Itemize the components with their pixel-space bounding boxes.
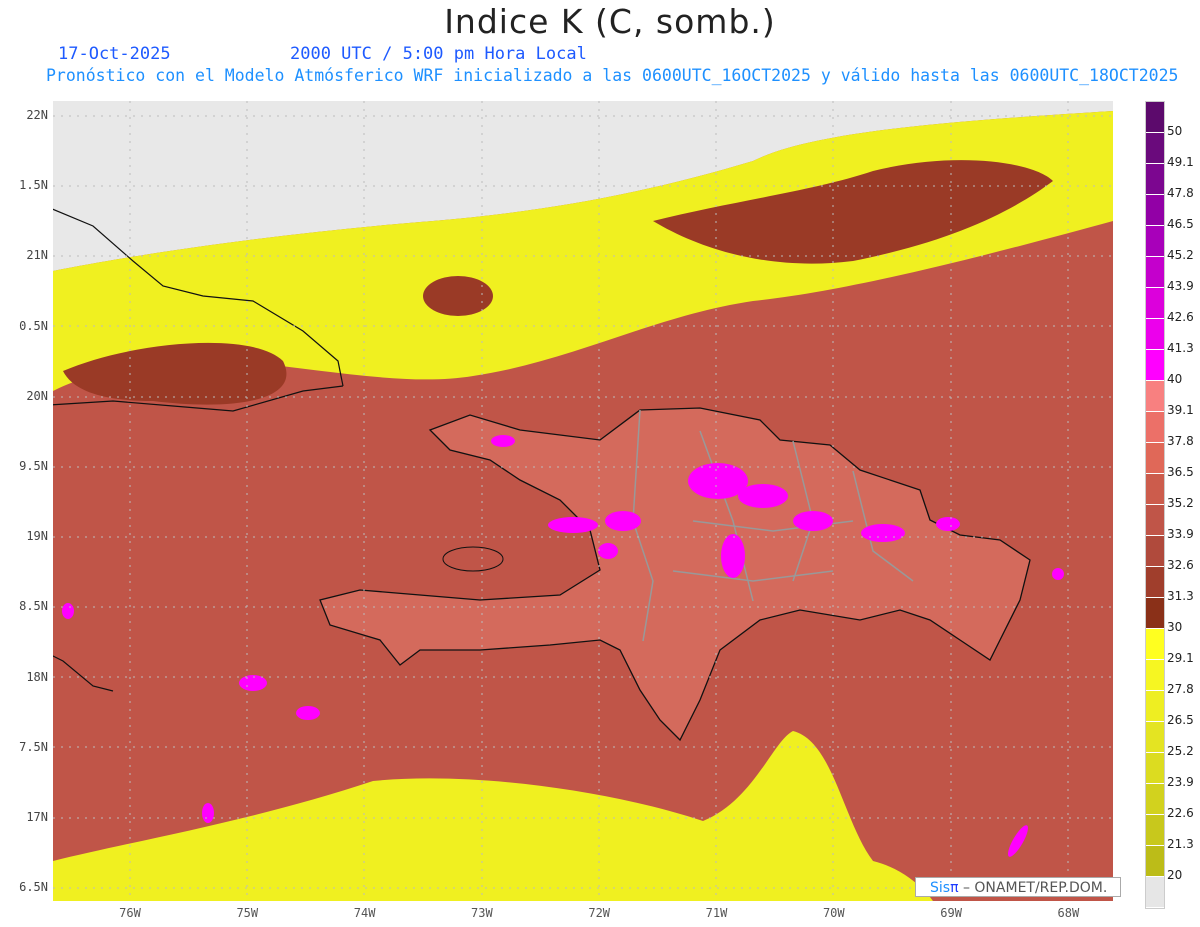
valid-date: 17-Oct-2025 bbox=[58, 44, 171, 64]
colorbar-swatch bbox=[1146, 412, 1164, 443]
lat-label: 20N bbox=[26, 388, 48, 403]
lon-label: 70W bbox=[822, 906, 845, 920]
colorbar-label: 25.2 bbox=[1167, 744, 1194, 758]
lat-label: 7.5N bbox=[19, 739, 48, 754]
credit-box: Sisπ – ONAMET/REP.DOM. bbox=[915, 877, 1121, 897]
colorbar-label: 50 bbox=[1167, 124, 1183, 138]
colorbar-label: 43.9 bbox=[1167, 279, 1194, 293]
lon-label: 76W bbox=[119, 906, 141, 920]
colorbar-swatch bbox=[1146, 784, 1164, 815]
colorbar-swatch bbox=[1146, 722, 1164, 753]
colorbar-swatch bbox=[1146, 536, 1164, 567]
colorbar-label: 40 bbox=[1167, 372, 1183, 386]
lon-label: 69W bbox=[940, 906, 962, 920]
colorbar-swatch bbox=[1146, 753, 1164, 784]
colorbar-label: 30 bbox=[1167, 620, 1183, 634]
colorbar-swatch bbox=[1146, 133, 1164, 164]
colorbar-label: 23.9 bbox=[1167, 775, 1194, 789]
lat-label: 6.5N bbox=[19, 880, 48, 895]
lon-label: 68W bbox=[1057, 906, 1080, 920]
credit-pi: π bbox=[950, 880, 959, 896]
map-title: Indice K (C, somb.) bbox=[444, 2, 776, 41]
colorbar-label: 39.1 bbox=[1167, 403, 1194, 417]
colorbar-swatch bbox=[1146, 319, 1164, 350]
colorbar-swatch bbox=[1146, 381, 1164, 412]
colorbar-swatch bbox=[1146, 815, 1164, 846]
lat-label: 1.5N bbox=[19, 178, 48, 193]
colorbar-swatch bbox=[1146, 288, 1164, 319]
lon-label: 74W bbox=[353, 906, 376, 920]
lat-label: 18N bbox=[26, 669, 48, 684]
colorbar-swatch bbox=[1146, 846, 1164, 877]
colorbar-label: 27.8 bbox=[1167, 682, 1194, 696]
lat-label: 8.5N bbox=[19, 599, 48, 614]
colorbar-label: 29.1 bbox=[1167, 651, 1194, 665]
colorbar-label: 20 bbox=[1167, 868, 1183, 882]
colorbar-label: 33.9 bbox=[1167, 527, 1194, 541]
colorbar-label: 45.2 bbox=[1167, 248, 1194, 262]
colorbar-label: 42.6 bbox=[1167, 310, 1194, 324]
lon-label: 73W bbox=[471, 906, 493, 920]
colorbar-label: 49.1 bbox=[1167, 155, 1194, 169]
lat-label: 9.5N bbox=[19, 459, 48, 473]
colorbar-swatch bbox=[1146, 226, 1164, 257]
colorbar-swatch bbox=[1146, 443, 1164, 474]
colorbar-label: 35.2 bbox=[1167, 496, 1194, 510]
colorbar-label: 46.5 bbox=[1167, 217, 1194, 231]
colorbar-swatch bbox=[1146, 257, 1164, 288]
lon-label: 71W bbox=[705, 906, 728, 920]
colorbar-swatch bbox=[1146, 691, 1164, 722]
colorbar-swatch bbox=[1146, 474, 1164, 505]
colorbar-swatch bbox=[1146, 164, 1164, 195]
lon-label: 72W bbox=[588, 906, 611, 920]
colorbar-label: 26.5 bbox=[1167, 713, 1194, 727]
colorbar-label: 36.5 bbox=[1167, 465, 1194, 479]
colorbar-label: 22.6 bbox=[1167, 806, 1194, 820]
lat-label: 19N bbox=[26, 529, 48, 544]
colorbar-swatch bbox=[1146, 877, 1164, 908]
lat-label: 17N bbox=[26, 810, 48, 824]
colorbar-label: 41.3 bbox=[1167, 341, 1194, 355]
colorbar-swatch bbox=[1146, 195, 1164, 226]
colorbar bbox=[1145, 101, 1165, 909]
colorbar-label: 47.8 bbox=[1167, 186, 1194, 200]
k-index-map bbox=[53, 101, 1113, 901]
colorbar-swatch bbox=[1146, 629, 1164, 660]
colorbar-label: 21.3 bbox=[1167, 837, 1194, 851]
colorbar-swatch bbox=[1146, 102, 1164, 133]
colorbar-swatch bbox=[1146, 598, 1164, 629]
colorbar-label: 31.3 bbox=[1167, 589, 1194, 603]
credit-sis: Sis bbox=[930, 880, 951, 896]
colorbar-swatch bbox=[1146, 505, 1164, 536]
colorbar-swatch bbox=[1146, 350, 1164, 381]
colorbar-label: 32.6 bbox=[1167, 558, 1194, 572]
lat-label: 21N bbox=[26, 248, 48, 263]
lat-label: 0.5N bbox=[19, 318, 48, 333]
forecast-subtitle: Pronóstico con el Modelo Atmósferico WRF… bbox=[46, 66, 1179, 85]
colorbar-swatch bbox=[1146, 567, 1164, 598]
colorbar-label: 37.8 bbox=[1167, 434, 1194, 448]
lat-label: 22N bbox=[26, 108, 48, 122]
colorbar-swatch bbox=[1146, 660, 1164, 691]
lon-label: 75W bbox=[236, 906, 259, 920]
valid-time: 2000 UTC / 5:00 pm Hora Local bbox=[290, 44, 587, 64]
credit-org: – ONAMET/REP.DOM. bbox=[958, 880, 1108, 896]
